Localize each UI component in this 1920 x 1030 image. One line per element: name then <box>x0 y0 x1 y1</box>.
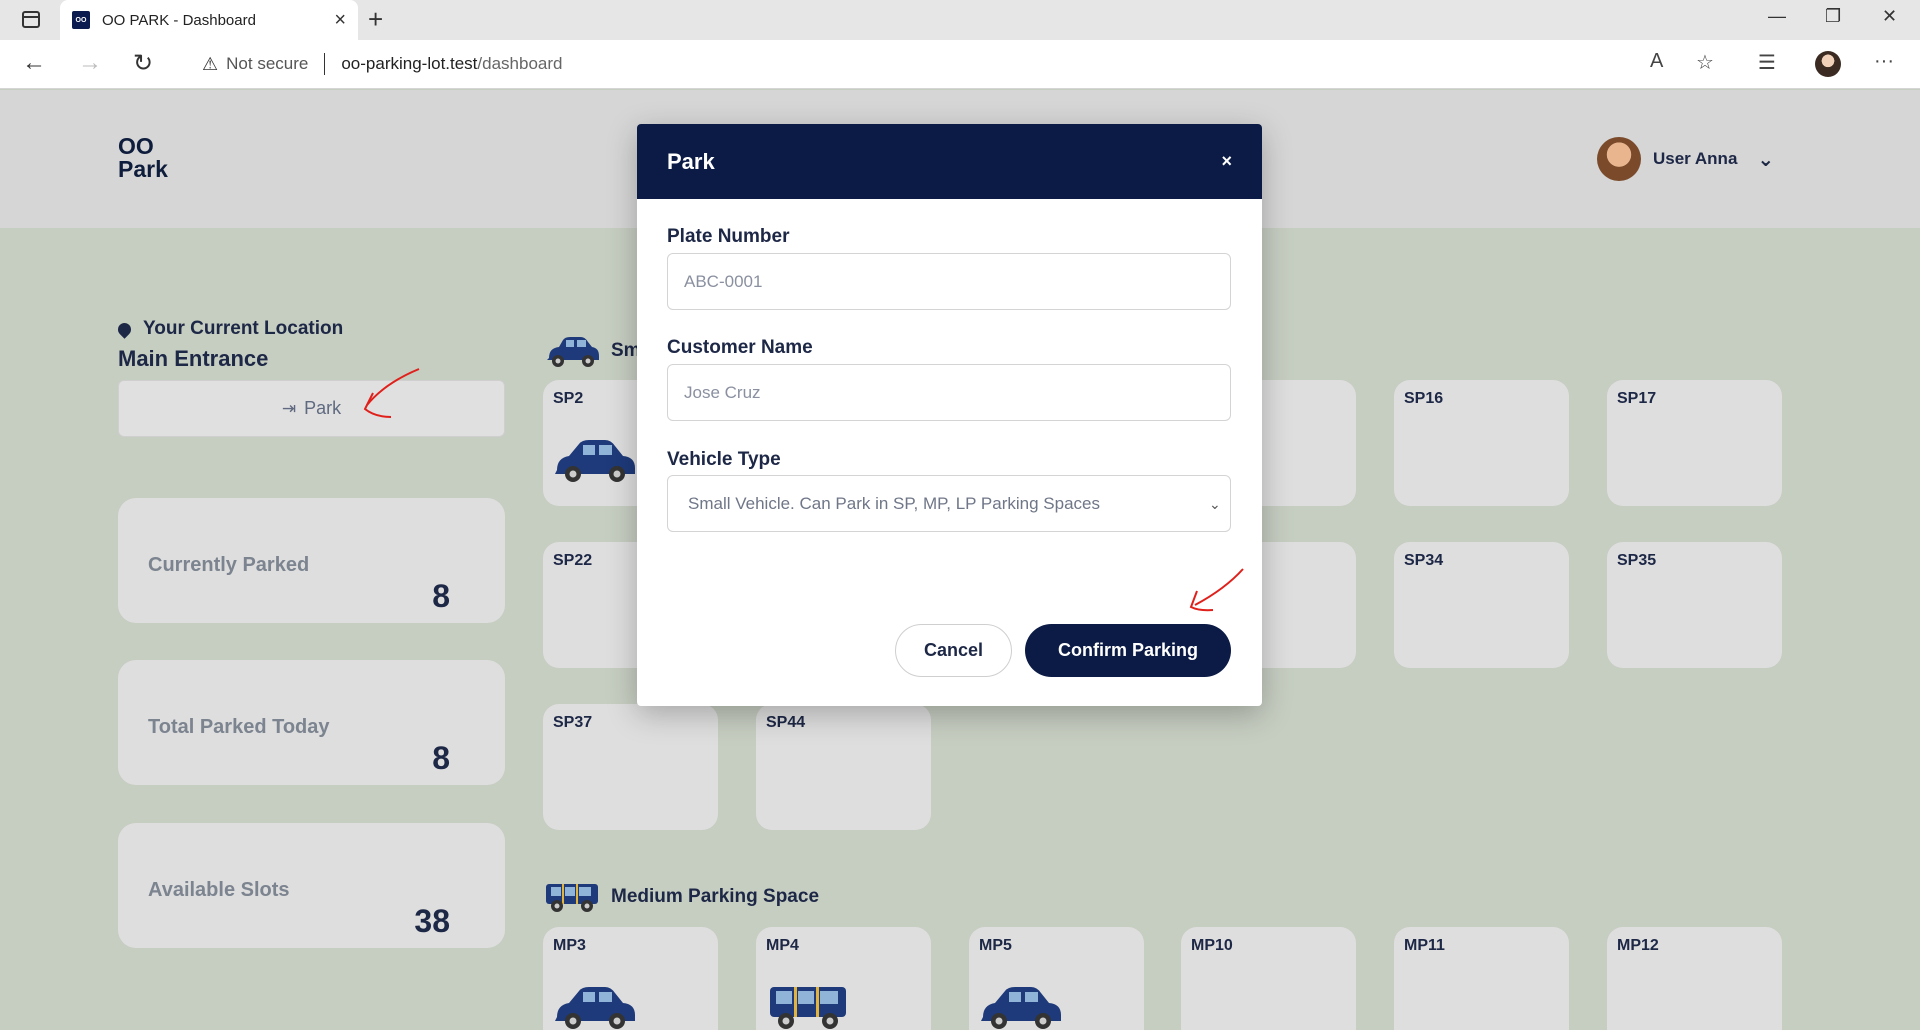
section-small: Sm <box>543 334 641 368</box>
browser-chrome: OO OO PARK - Dashboard × + — ❐ ✕ ← → ↻ ⚠… <box>0 0 1920 89</box>
tab-title: OO PARK - Dashboard <box>102 11 256 29</box>
plate-number-label: Plate Number <box>667 226 790 247</box>
user-avatar <box>1597 137 1641 181</box>
stat-label: Available Slots <box>148 879 290 901</box>
favicon-icon: OO <box>72 11 90 29</box>
more-icon[interactable]: ··· <box>1874 50 1894 73</box>
restore-icon[interactable]: ❐ <box>1825 6 1841 27</box>
back-icon[interactable]: ← <box>22 49 46 77</box>
stat-label: Currently Parked <box>148 554 310 576</box>
tab-bar: OO OO PARK - Dashboard × + — ❐ ✕ <box>0 0 1920 40</box>
location-title: Your Current Location <box>115 318 344 340</box>
confirm-parking-button[interactable]: Confirm Parking <box>1025 624 1231 677</box>
slot-name: SP44 <box>766 714 806 731</box>
stat-value: 38 <box>414 903 450 939</box>
customer-name-label: Customer Name <box>667 337 813 358</box>
address-bar[interactable]: ⚠ Not secure oo-parking-lot.test/dashboa… <box>180 45 1670 83</box>
favorites-icon[interactable]: ☰ <box>1758 50 1776 75</box>
url-path: /dashboard <box>477 54 563 73</box>
park-modal: Park × Plate Number Customer Name Vehicl… <box>637 124 1262 706</box>
slot-sp35[interactable]: SP35 <box>1607 542 1782 668</box>
modal-header: Park × <box>637 124 1262 199</box>
slot-sp16[interactable]: SP16 <box>1394 380 1569 506</box>
slot-name: MP11 <box>1404 937 1445 954</box>
chevron-down-icon: ⌄ <box>1757 148 1775 171</box>
profile-avatar[interactable] <box>1815 51 1841 77</box>
sign-in-icon: ⇥ <box>281 398 297 418</box>
vehicle-type-label: Vehicle Type <box>667 449 781 470</box>
slot-mp4[interactable]: MP4 <box>756 927 931 1030</box>
car-icon <box>981 987 1061 1029</box>
park-button-label: Park <box>304 398 342 418</box>
user-name: User Anna <box>1653 149 1738 168</box>
stat-value: 8 <box>432 740 450 776</box>
chevron-down-icon: ⌄ <box>1209 496 1221 512</box>
slot-name: MP3 <box>553 937 586 954</box>
suv-icon <box>770 987 846 1029</box>
slot-sp17[interactable]: SP17 <box>1607 380 1782 506</box>
slot-name: SP2 <box>553 390 584 407</box>
read-aloud-icon[interactable]: A <box>1650 50 1663 73</box>
slot-mp3[interactable]: MP3 <box>543 927 718 1030</box>
stat-card-currently-parked: Currently Parked 8 <box>118 498 505 623</box>
section-medium: Medium Parking Space <box>543 880 819 914</box>
warning-icon: ⚠ <box>202 53 219 74</box>
slot-name: SP37 <box>553 714 593 731</box>
park-button[interactable]: ⇥ Park <box>118 380 505 437</box>
security-label[interactable]: Not secure <box>226 54 308 74</box>
customer-name-input[interactable] <box>667 364 1231 421</box>
slot-name: SP35 <box>1617 552 1657 569</box>
slot-sp44[interactable]: SP44 <box>756 704 931 830</box>
cancel-button[interactable]: Cancel <box>895 624 1012 677</box>
stat-label: Total Parked Today <box>148 716 330 738</box>
logo[interactable]: OO Park <box>118 135 168 181</box>
suv-icon <box>546 884 598 912</box>
logo-line2: Park <box>118 156 168 182</box>
forward-icon[interactable]: → <box>78 49 102 77</box>
slot-name: MP4 <box>766 937 799 954</box>
slot-name: SP22 <box>553 552 593 569</box>
car-icon <box>547 337 599 367</box>
new-tab-icon[interactable]: + <box>368 4 383 35</box>
slot-name: SP17 <box>1617 390 1657 407</box>
plate-number-input[interactable] <box>667 253 1231 310</box>
slot-name: MP5 <box>979 937 1012 954</box>
slot-name: SP34 <box>1404 552 1444 569</box>
slot-sp37[interactable]: SP37 <box>543 704 718 830</box>
section-medium-title: Medium Parking Space <box>611 886 820 907</box>
user-menu[interactable]: User Anna ⌄ <box>1597 137 1774 181</box>
stat-card-total-parked-today: Total Parked Today 8 <box>118 660 505 785</box>
vehicle-type-select[interactable]: Small Vehicle. Can Park in SP, MP, LP Pa… <box>667 475 1231 532</box>
slot-mp12[interactable]: MP12 <box>1607 927 1782 1030</box>
logo-line1: OO <box>118 133 154 159</box>
car-icon <box>555 987 635 1029</box>
minimize-icon[interactable]: — <box>1768 6 1786 27</box>
stat-card-available-slots: Available Slots 38 <box>118 823 505 948</box>
refresh-icon[interactable]: ↻ <box>133 49 153 78</box>
tab-actions-icon[interactable] <box>22 11 40 28</box>
slot-mp5[interactable]: MP5 <box>969 927 1144 1030</box>
add-favorite-icon[interactable]: ☆ <box>1696 50 1714 75</box>
slot-name: MP10 <box>1191 937 1233 954</box>
window-close-icon[interactable]: ✕ <box>1882 6 1897 27</box>
slot-name: SP16 <box>1404 390 1444 407</box>
car-icon <box>555 440 635 482</box>
address-separator <box>324 53 326 75</box>
slot-mp11[interactable]: MP11 <box>1394 927 1569 1030</box>
close-icon[interactable]: × <box>1221 151 1232 172</box>
slot-sp34[interactable]: SP34 <box>1394 542 1569 668</box>
close-tab-icon[interactable]: × <box>334 9 346 32</box>
location-name: Main Entrance <box>118 346 269 371</box>
url-host: oo-parking-lot.test <box>341 54 478 73</box>
modal-title: Park <box>667 148 715 174</box>
browser-tab[interactable]: OO OO PARK - Dashboard × <box>60 0 358 40</box>
slot-name: MP12 <box>1617 937 1659 954</box>
slot-mp10[interactable]: MP10 <box>1181 927 1356 1030</box>
location-title-text: Your Current Location <box>143 318 344 339</box>
location-pin-icon <box>115 319 134 339</box>
stat-value: 8 <box>432 578 450 614</box>
